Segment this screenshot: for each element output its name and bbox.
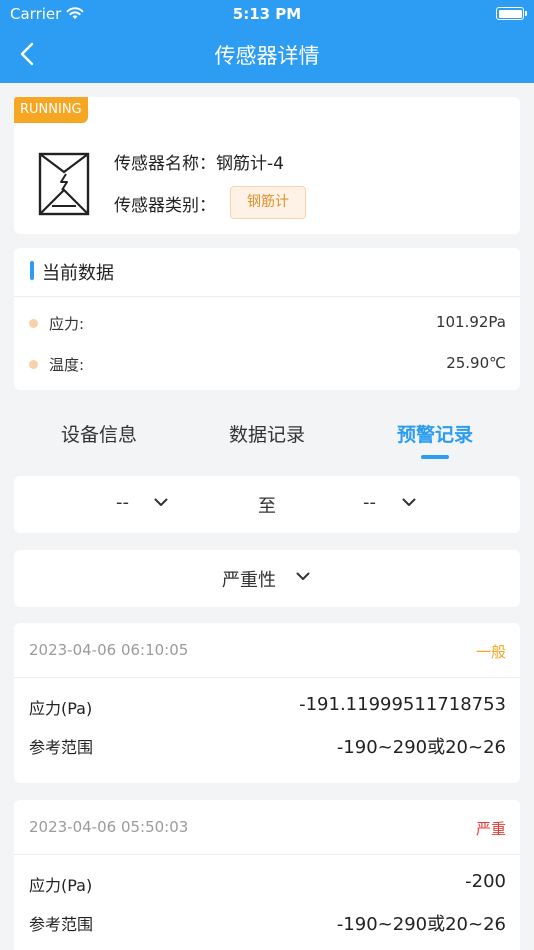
divider	[14, 677, 520, 678]
chevron-down-icon[interactable]	[154, 498, 168, 507]
active-tab-indicator	[421, 455, 449, 459]
record-severity: 严重	[475, 820, 506, 838]
severity-label[interactable]: 严重性	[222, 566, 276, 592]
alert-record-card[interactable]: 2023-04-06 06:10:05 一般 应力(Pa) -191.11999…	[14, 623, 520, 783]
date-range-filter: -- 至 --	[14, 476, 520, 533]
record-datetime: 2023-04-06 05:50:03	[29, 818, 189, 836]
sensor-type-label: 传感器类别：	[114, 196, 216, 216]
page-title: 传感器详情	[214, 44, 320, 68]
divider	[14, 296, 520, 297]
status-badge: RUNNING	[14, 97, 88, 123]
alert-record-card[interactable]: 2023-04-06 05:50:03 严重 应力(Pa) -200 参考范围 …	[14, 800, 520, 950]
status-bar: Carrier 5:13 PM	[0, 0, 534, 28]
record-range-label: 参考范围	[29, 738, 94, 757]
tab-alert-records[interactable]: 预警记录	[355, 420, 515, 447]
sensor-type-tag: 钢筋计	[230, 186, 306, 219]
chevron-down-icon[interactable]	[296, 572, 310, 581]
record-datetime: 2023-04-06 06:10:05	[29, 641, 189, 659]
record-value: -200	[465, 871, 506, 892]
record-value-label: 应力(Pa)	[29, 876, 93, 895]
record-severity: 一般	[475, 643, 506, 661]
clock: 5:13 PM	[232, 5, 302, 23]
bullet-dot	[29, 319, 38, 328]
tab-device-info[interactable]: 设备信息	[19, 420, 179, 447]
sensor-name-value: 钢筋计-4	[216, 154, 284, 174]
stress-value: 101.92Pa	[435, 313, 506, 331]
start-date-select[interactable]: --	[116, 492, 129, 513]
record-value-label: 应力(Pa)	[29, 699, 93, 718]
temperature-label: 温度:	[49, 356, 85, 374]
nav-header: Carrier 5:13 PM 传感器详情	[0, 0, 534, 83]
divider	[14, 854, 520, 855]
tab-data-records[interactable]: 数据记录	[187, 420, 347, 447]
current-data-card: 当前数据 应力: 101.92Pa 温度: 25.90℃	[14, 248, 520, 390]
bullet-dot	[29, 360, 38, 369]
rebar-meter-icon	[38, 152, 90, 216]
sensor-name-row: 传感器名称：钢筋计-4	[114, 149, 284, 174]
end-date-select[interactable]: --	[363, 492, 376, 513]
record-range-label: 参考范围	[29, 915, 94, 934]
severity-filter[interactable]: 严重性	[14, 550, 520, 607]
record-range: -190~290或20~26	[336, 914, 506, 935]
range-separator: 至	[258, 496, 276, 517]
record-value: -191.11999511718753	[299, 694, 506, 715]
record-range: -190~290或20~26	[336, 737, 506, 758]
temperature-value: 25.90℃	[446, 354, 506, 372]
battery-icon	[496, 7, 527, 20]
stress-label: 应力:	[49, 315, 85, 333]
tab-bar: 设备信息 数据记录 预警记录	[14, 412, 520, 462]
sensor-info-card: RUNNING 传感器名称：钢筋计-4 传感器类别： 钢筋计	[14, 97, 520, 234]
section-title: 当前数据	[42, 263, 114, 284]
sensor-name-label: 传感器名称：	[114, 154, 216, 174]
section-accent-bar	[30, 261, 34, 280]
chevron-down-icon[interactable]	[402, 498, 416, 507]
